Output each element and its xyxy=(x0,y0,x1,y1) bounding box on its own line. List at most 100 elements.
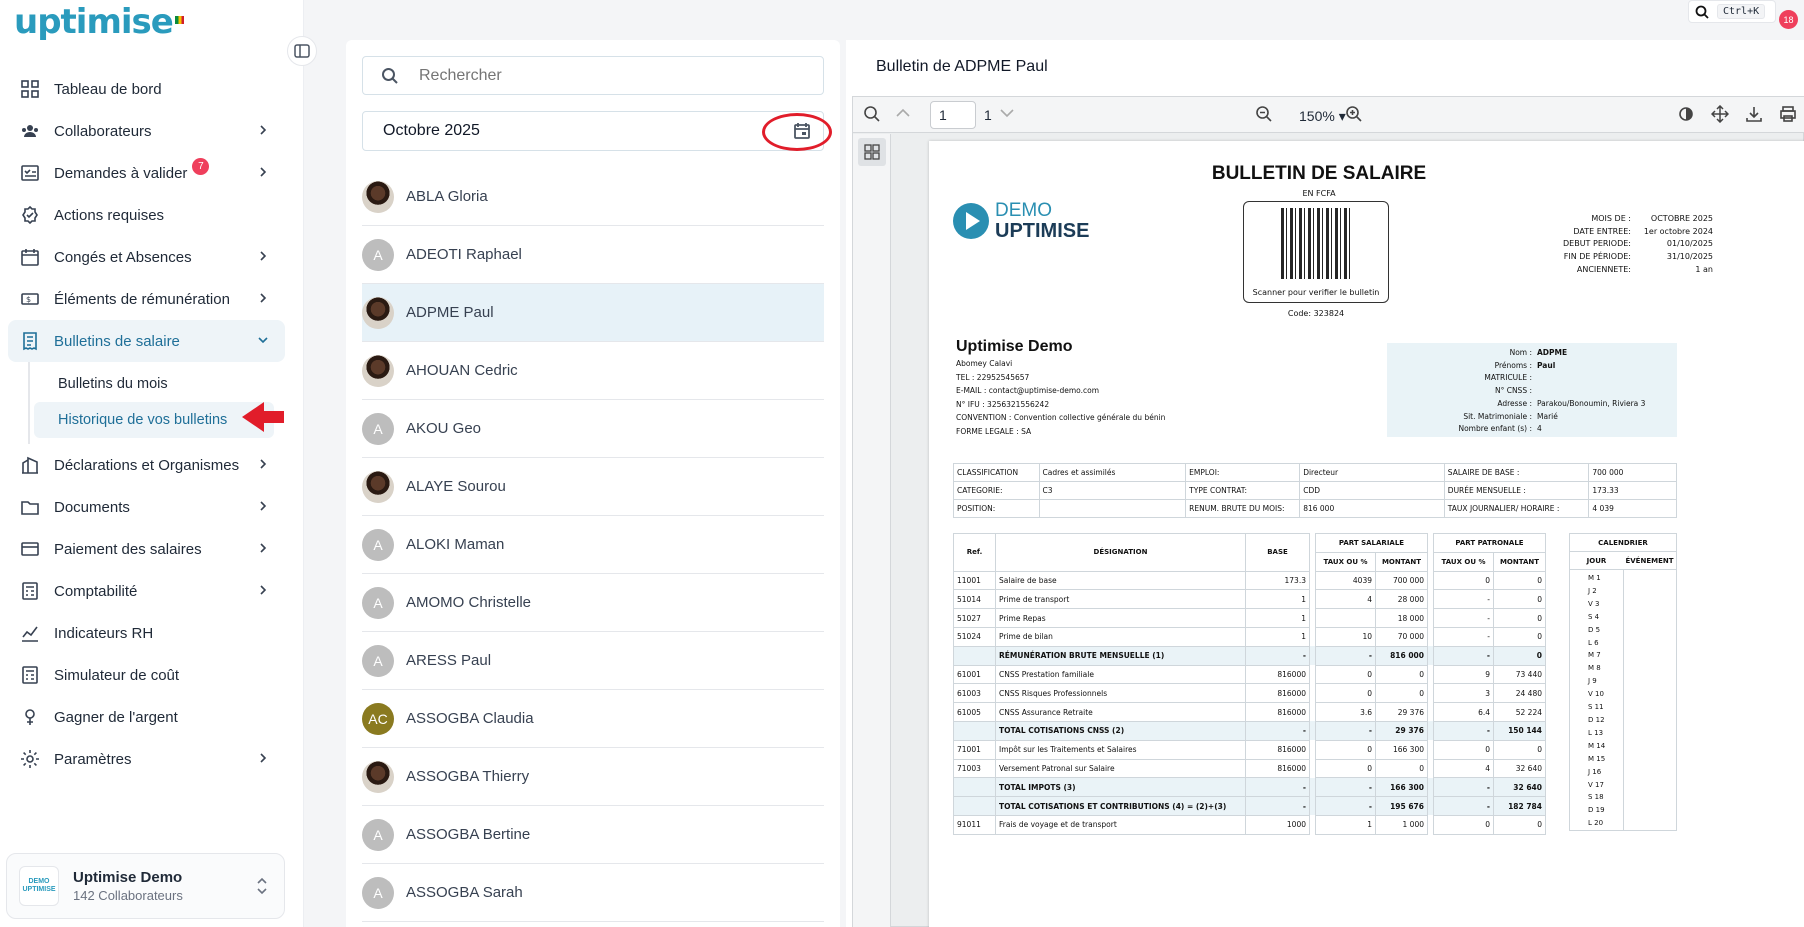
zoom-level[interactable]: 150% ▾ xyxy=(1299,108,1346,125)
list-item[interactable]: AC ASSOGBA Claudia xyxy=(362,690,824,748)
move-icon[interactable] xyxy=(1711,105,1729,123)
nav-label: Indicateurs RH xyxy=(54,624,154,642)
table-cell: - xyxy=(1315,777,1376,798)
bulletin-panel: Bulletin de ADPME Paul 1 1 150% ▾ BULLET… xyxy=(846,40,1804,927)
table-cell: 32 640 xyxy=(1493,758,1546,779)
nav-demandes-a-valider[interactable]: Demandes à valider 7 xyxy=(8,152,285,194)
grid-icon xyxy=(864,144,880,160)
table-cell: 18 000 xyxy=(1375,608,1428,628)
nav-tableau-de-bord[interactable]: Tableau de bord xyxy=(8,68,285,110)
month-picker[interactable]: Octobre 2025 xyxy=(362,111,824,151)
list-item[interactable]: A ARESS Paul xyxy=(362,632,824,690)
zoom-out-icon[interactable] xyxy=(1255,105,1273,123)
list-item[interactable]: A AMOMO Christelle xyxy=(362,574,824,632)
table-row: 61001 CNSS Prestation familiale 816000 0 0 9 7… xyxy=(953,664,1546,685)
page-number-input[interactable]: 1 xyxy=(930,101,976,129)
nav-conges-absences[interactable]: Congés et Absences xyxy=(8,236,285,278)
list-item[interactable]: ASSOGBA Thierry xyxy=(362,748,824,806)
download-icon[interactable] xyxy=(1745,105,1763,123)
bulletin-title: Bulletin de ADPME Paul xyxy=(876,58,1048,75)
employee-name: ALAYE Sourou xyxy=(406,478,506,495)
theme-icon[interactable] xyxy=(1677,105,1695,123)
table-cell: - xyxy=(1315,645,1376,666)
dashboard-icon xyxy=(21,80,39,98)
calendar-day: S 18 xyxy=(1588,793,1604,802)
sub-bulletins-du-mois[interactable]: Bulletins du mois xyxy=(34,366,285,402)
nav-comptabilite[interactable]: Comptabilité xyxy=(8,570,285,612)
search-input[interactable] xyxy=(419,66,779,85)
doc-title: BULLETIN DE SALAIRE xyxy=(1211,163,1427,184)
table-cell: 0 xyxy=(1493,814,1546,835)
app-logo[interactable]: uptimise xyxy=(14,2,184,42)
company-name: Uptimise Demo xyxy=(956,338,1073,355)
selected-month: Octobre 2025 xyxy=(383,122,480,139)
company-line: FORME LEGALE : SA xyxy=(956,426,1032,436)
nav-bulletins-de-salaire[interactable]: Bulletins de salaire xyxy=(8,320,285,362)
employee-name: ASSOGBA Claudia xyxy=(406,710,534,727)
page-total: 1 xyxy=(984,107,992,123)
avatar: A xyxy=(362,876,394,909)
table-cell: 32 640 xyxy=(1493,777,1546,798)
info-cell: POSITION: xyxy=(953,499,1040,518)
chevron-up-icon[interactable] xyxy=(895,105,911,121)
table-cell: 51027 xyxy=(953,608,996,628)
list-item[interactable]: AHOUAN Cedric xyxy=(362,342,824,400)
list-item[interactable]: A ADEOTI Raphael xyxy=(362,226,824,284)
chevron-down-icon[interactable] xyxy=(999,105,1015,121)
table-cell: - xyxy=(1245,777,1310,798)
list-item[interactable]: ABLA Gloria xyxy=(362,168,824,226)
collapse-sidebar-button[interactable] xyxy=(287,36,317,66)
nav-indicateurs-rh[interactable]: Indicateurs RH xyxy=(8,612,285,654)
thumbnails-button[interactable] xyxy=(858,138,886,166)
field-value: ADPME xyxy=(1537,348,1568,357)
nav-parametres[interactable]: Paramètres xyxy=(8,738,285,780)
nav-elements-remuneration[interactable]: $ Éléments de rémunération xyxy=(8,278,285,320)
field-key: Prénoms : xyxy=(1494,360,1532,370)
table-cell: 0 xyxy=(1315,739,1376,760)
calendar-day: J 16 xyxy=(1588,767,1602,776)
table-cell: 816000 xyxy=(1245,702,1310,722)
info-cell: CATEGORIE: xyxy=(953,481,1040,500)
table-cell: - xyxy=(1245,720,1310,741)
nav-collaborateurs[interactable]: Collaborateurs xyxy=(8,110,285,152)
info-cell: Cadres et assimilés xyxy=(1038,463,1187,482)
list-item[interactable]: A AKOU Geo xyxy=(362,400,824,458)
chevron-right-icon xyxy=(260,125,267,135)
organization-switcher[interactable]: DEMO UPTIMISE Uptimise Demo 142 Collabor… xyxy=(6,853,285,919)
search-icon[interactable] xyxy=(863,105,881,123)
table-cell: RÉMUNÉRATION BRUTE MENSUELLE (1) xyxy=(995,645,1246,666)
table-cell: Impôt sur les Traitements et Salaires xyxy=(995,739,1246,760)
table-cell: 0 xyxy=(1375,664,1428,685)
company-line: Abomey Calavi xyxy=(956,359,1013,368)
global-search-button[interactable]: Ctrl+K xyxy=(1688,0,1776,23)
employee-search[interactable] xyxy=(362,56,824,95)
nav-documents[interactable]: Documents xyxy=(8,486,285,528)
table-cell: 0 xyxy=(1433,570,1494,591)
avatar xyxy=(362,296,394,329)
gear-icon xyxy=(21,750,39,768)
list-item-selected[interactable]: ADPME Paul xyxy=(362,284,824,342)
table-cell: 29 376 xyxy=(1375,720,1428,741)
nav-gagner-argent[interactable]: Gagner de l'argent xyxy=(8,696,285,738)
table-cell: 816000 xyxy=(1245,739,1310,760)
col-header: ÉVÉNEMENT xyxy=(1625,557,1674,565)
info-cell: 816 000 xyxy=(1299,499,1445,518)
meta-key: DEBUT PERIODE: xyxy=(1563,239,1631,249)
zoom-in-icon[interactable] xyxy=(1345,105,1363,123)
list-item[interactable]: A ASSOGBA Bertine xyxy=(362,806,824,864)
print-icon[interactable] xyxy=(1779,105,1797,123)
sub-historique-bulletins[interactable]: Historique de vos bulletins xyxy=(34,402,274,438)
list-item[interactable]: A ASSOGBA Sarah xyxy=(362,864,824,922)
nav-paiement-salaires[interactable]: Paiement des salaires xyxy=(8,528,285,570)
meta-key: MOIS DE : xyxy=(1591,214,1631,223)
list-item[interactable]: A ALOKI Maman xyxy=(362,516,824,574)
meta-value: 01/10/2025 xyxy=(1666,239,1713,249)
nav-simulateur-cout[interactable]: Simulateur de coût xyxy=(8,654,285,696)
table-cell: - xyxy=(1245,645,1310,666)
table-cell: CNSS Prestation familiale xyxy=(995,664,1246,685)
nav-actions-requises[interactable]: Actions requises xyxy=(8,194,285,236)
list-item[interactable]: ALAYE Sourou xyxy=(362,458,824,516)
notification-badge[interactable]: 18 xyxy=(1779,10,1798,29)
table-cell: - xyxy=(1433,608,1494,628)
nav-declarations-organismes[interactable]: Déclarations et Organismes xyxy=(8,444,285,486)
